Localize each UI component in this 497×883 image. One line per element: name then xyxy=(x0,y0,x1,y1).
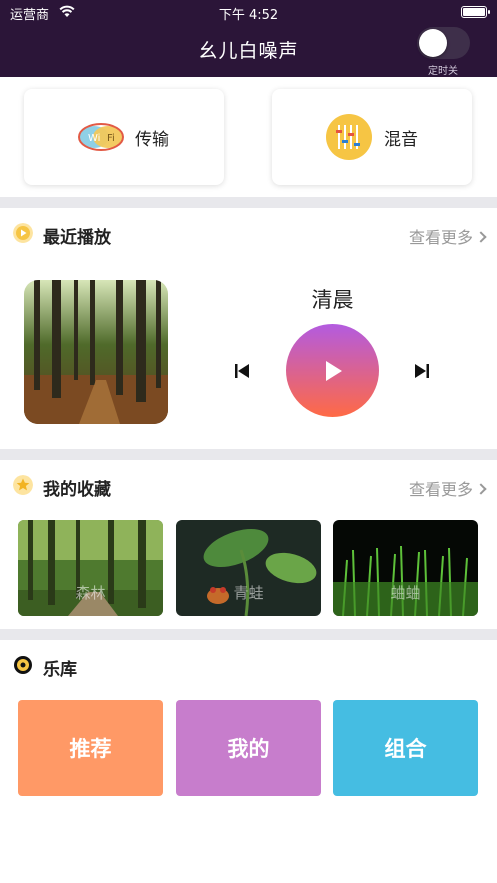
mix-card[interactable]: 混音 xyxy=(272,89,472,185)
svg-text:Wi: Wi xyxy=(88,133,100,144)
wifi-icon: Wi Fi xyxy=(78,123,124,151)
recent-more-label: 查看更多 xyxy=(408,228,473,247)
transfer-card[interactable]: Wi Fi 传输 xyxy=(24,89,224,185)
favorite-label: 森林 xyxy=(75,584,106,602)
play-button[interactable] xyxy=(286,324,379,417)
header-bar: 运营商 下午 4:52 幺儿白噪声 定时关 xyxy=(0,0,497,77)
section-divider xyxy=(0,449,497,460)
favorite-label: 蛐蛐 xyxy=(390,584,421,602)
favorite-item[interactable]: 森林 xyxy=(18,520,163,616)
library-section-title: 乐库 xyxy=(43,660,77,680)
section-divider xyxy=(0,629,497,640)
favorite-label: 青蛙 xyxy=(233,584,264,602)
status-bar: 运营商 下午 4:52 xyxy=(0,0,497,24)
favorites-more-link[interactable]: 查看更多 xyxy=(408,476,487,500)
recent-more-link[interactable]: 查看更多 xyxy=(408,224,487,248)
transfer-label: 传输 xyxy=(135,130,169,150)
recent-track-artwork[interactable] xyxy=(24,280,168,424)
svg-text:Fi: Fi xyxy=(107,133,115,144)
library-combo-button[interactable]: 组合 xyxy=(333,700,478,796)
play-icon xyxy=(326,361,342,381)
favorites-more-label: 查看更多 xyxy=(408,480,473,499)
timer-toggle-label: 定时关 xyxy=(428,66,458,77)
play-circle-icon xyxy=(13,223,33,243)
mixer-icon xyxy=(326,114,372,160)
star-icon xyxy=(13,475,33,495)
favorite-item[interactable]: 蛐蛐 xyxy=(333,520,478,616)
section-divider xyxy=(0,197,497,208)
timer-toggle[interactable] xyxy=(417,27,470,59)
favorite-item[interactable]: 青蛙 xyxy=(176,520,321,616)
clock: 下午 4:52 xyxy=(218,8,279,23)
track-title: 清晨 xyxy=(311,288,354,312)
favorites-section-title: 我的收藏 xyxy=(43,480,111,500)
library-recommended-button[interactable]: 推荐 xyxy=(18,700,163,796)
chevron-right-icon xyxy=(475,231,487,243)
recent-section-title: 最近播放 xyxy=(43,228,111,248)
toggle-knob xyxy=(419,29,447,57)
mix-label: 混音 xyxy=(384,130,418,150)
battery-icon xyxy=(461,6,490,18)
forest-image xyxy=(24,280,168,424)
next-track-icon[interactable] xyxy=(414,362,430,380)
library-mine-button[interactable]: 我的 xyxy=(176,700,321,796)
previous-track-icon[interactable] xyxy=(234,362,250,380)
chevron-right-icon xyxy=(475,483,487,495)
disc-icon xyxy=(14,656,32,674)
